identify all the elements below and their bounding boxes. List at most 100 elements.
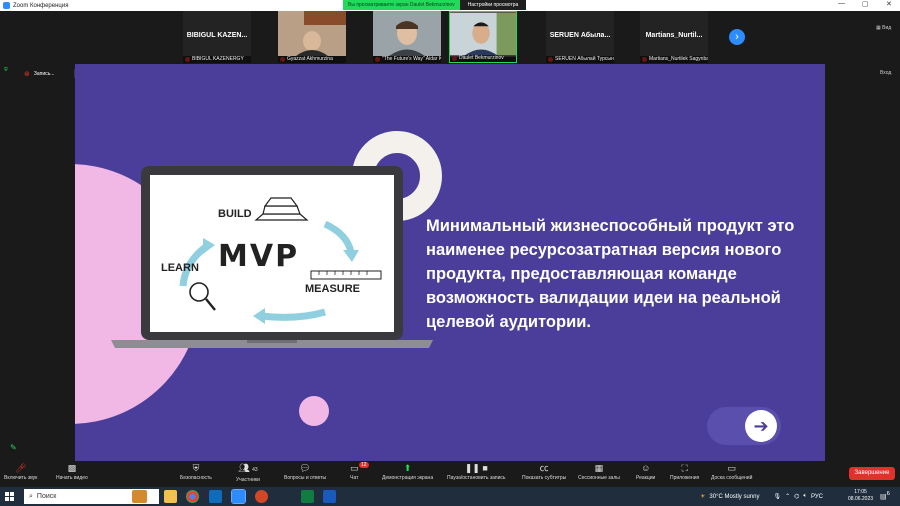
outlook-icon[interactable] (209, 490, 222, 503)
participant-video (450, 12, 516, 57)
reactions-button[interactable]: ☺ Реакции (636, 463, 655, 481)
view-label: Вид (882, 25, 892, 31)
zoom-app-icon[interactable] (231, 489, 246, 504)
meeting-info: ⛨ (4, 67, 8, 73)
clock-time: 17:05 (854, 489, 867, 495)
measure-label: MEASURE (305, 283, 361, 295)
taskbar-app-icon[interactable] (132, 490, 147, 503)
grid-icon: ▦ (876, 25, 881, 31)
breakout-rooms-button[interactable]: ▦ Сессионные залы (578, 463, 620, 481)
clock[interactable]: 17:05 08.06.2023 (848, 489, 873, 503)
maximize-button[interactable]: ▢ (862, 0, 869, 8)
participant-tile[interactable]: Martians_Nurtil... Martians_Nurtilek Sag… (640, 11, 708, 63)
participant-name: SERUEN Абыла... (549, 32, 611, 39)
shield-check-icon[interactable]: ⛨ (4, 67, 8, 73)
participant-video (373, 11, 441, 56)
zoom-logo-icon (3, 2, 10, 9)
participants-count: 43 (252, 467, 258, 473)
view-button[interactable]: ▦ Вид (876, 25, 891, 31)
powerpoint-icon[interactable] (255, 490, 268, 503)
video-off-icon: ▩ (67, 463, 77, 473)
mic-tray-icon[interactable]: 🎙︎ (773, 493, 781, 500)
participant-video (278, 11, 346, 56)
unmute-label: Включить звук (4, 475, 38, 481)
participant-strip: BIBIGUL KAZEN... BIBIGUL KAZENERGY Gyazz… (0, 11, 900, 64)
notification-count: 6 (886, 491, 890, 497)
notification-center-icon[interactable]: ▤6 (880, 491, 890, 500)
small-pink-dot-decor (299, 396, 329, 426)
chevron-up-icon[interactable]: ⌃ (785, 493, 790, 500)
weather-text[interactable]: 30°C Mostly sunny (709, 494, 759, 500)
clock-date: 08.06.2023 (848, 496, 874, 502)
muted-mic-icon: 🎤︎ (14, 463, 27, 473)
participant-caption: Daulet Bekmurzinov (450, 55, 516, 62)
chat-label: Чат (350, 475, 359, 481)
apps-button[interactable]: ⛶ Приложения (670, 463, 699, 481)
close-button[interactable]: ✕ (886, 0, 892, 8)
breakout-label: Сессионные залы (578, 475, 620, 481)
participants-button[interactable]: 👥︎ 43 Участники (236, 463, 260, 483)
view-options-button[interactable]: Настройки просмотра (459, 0, 527, 10)
participants-icon: 👥︎ 43 (238, 463, 258, 473)
captions-label: Показать субтитры (522, 475, 567, 481)
build-label: BUILD (218, 208, 252, 220)
chat-button[interactable]: ▭ 12 Чат (350, 462, 369, 481)
security-label: Безопасность (180, 475, 212, 481)
unmute-button[interactable]: 🎤︎ Включить звук (4, 463, 37, 481)
windows-start-icon[interactable] (5, 492, 14, 501)
breakout-grid-icon: ▦ (594, 463, 604, 473)
smiley-icon: ☺ (641, 463, 651, 473)
volume-icon[interactable]: 🔈︎ (803, 493, 807, 500)
pause-stop-label: Пауза/остановить запись (447, 475, 506, 481)
qa-button[interactable]: 💬︎ Вопросы и ответы (284, 463, 326, 481)
whiteboard-label: Доска сообщений (711, 475, 753, 481)
share-screen-icon: ⬆ (403, 463, 412, 473)
end-meeting-button[interactable]: Завершение (849, 467, 895, 480)
participant-tile[interactable]: Gyazzat Akhmurzina (278, 11, 346, 63)
start-video-button[interactable]: ▩ Начать видео (56, 463, 88, 481)
participant-tile[interactable]: "The Future's Way" Aidar K... (373, 11, 441, 63)
share-banner: Вы просматриваете экран Daulet Bekmurzin… (343, 0, 527, 10)
participant-tile[interactable]: BIBIGUL KAZEN... BIBIGUL KAZENERGY (183, 11, 251, 63)
captions-button[interactable]: ㏄ Показать субтитры (522, 463, 566, 481)
minimize-button[interactable]: — (838, 0, 845, 7)
search-placeholder: Поиск (36, 493, 57, 500)
system-tray: ☀ 30°C Mostly sunny 🎙︎ ⌃ ⌬ 🔈︎ РУС (700, 490, 823, 503)
participants-label: Участники (236, 477, 260, 483)
participant-tile-active-speaker[interactable]: Daulet Bekmurzinov (449, 11, 517, 63)
shield-icon: ⛨ (192, 463, 200, 473)
security-button[interactable]: ⛨ Безопасность (180, 463, 212, 481)
arrow-right-icon: ➔ (745, 410, 777, 442)
slide-text: Минимальный жизнеспособный продукт это н… (426, 217, 795, 331)
next-page-button[interactable]: › (729, 29, 745, 45)
whiteboard-icon: ▭ (727, 463, 736, 473)
share-screen-label: Демонстрация экрана (382, 475, 434, 481)
shared-slide: MVP BUILD MEASURE LEARN Минимальный жизн… (75, 64, 825, 461)
participant-name: Martians_Nurtil... (645, 32, 703, 39)
annotate-pen-icon[interactable]: ✎ (10, 443, 17, 452)
word-icon[interactable] (323, 490, 336, 503)
network-icon[interactable]: ⌬ (794, 493, 799, 500)
chrome-icon[interactable] (186, 490, 199, 503)
start-video-label: Начать видео (56, 475, 88, 481)
learn-label: LEARN (161, 262, 199, 274)
whiteboard-button[interactable]: ▭ Доска сообщений (711, 463, 752, 481)
participant-caption: "The Future's Way" Aidar K... (373, 56, 441, 63)
language-indicator[interactable]: РУС (811, 494, 823, 500)
share-screen-button[interactable]: ⬆ Демонстрация экрана (382, 463, 433, 481)
window-title: Zoom Конференция (13, 2, 69, 9)
file-explorer-icon[interactable] (164, 490, 177, 503)
reactions-label: Реакции (636, 475, 656, 481)
participant-caption: BIBIGUL KAZENERGY (183, 56, 251, 63)
excel-icon[interactable] (301, 490, 314, 503)
qa-bubbles-icon: 💬︎ (299, 463, 311, 473)
apps-icon: ⛶ (681, 463, 688, 473)
meeting-toolbar: 🎤︎ Включить звук ▩ Начать видео ⛨ Безопасно… (0, 461, 900, 487)
enter-label: Вход (880, 70, 892, 76)
apps-label: Приложения (670, 475, 700, 481)
participant-caption: SERUEN Абылай Турсынбек (546, 56, 614, 63)
participant-tile[interactable]: SERUEN Абыла... SERUEN Абылай Турсынбек (546, 11, 614, 63)
recording-label: Запись... (33, 70, 55, 77)
pause-stop-recording-button[interactable]: ❚❚ ■ Пауза/остановить запись (447, 463, 506, 481)
viewing-screen-label: Вы просматриваете экран Daulet Bekmurzin… (343, 0, 460, 10)
